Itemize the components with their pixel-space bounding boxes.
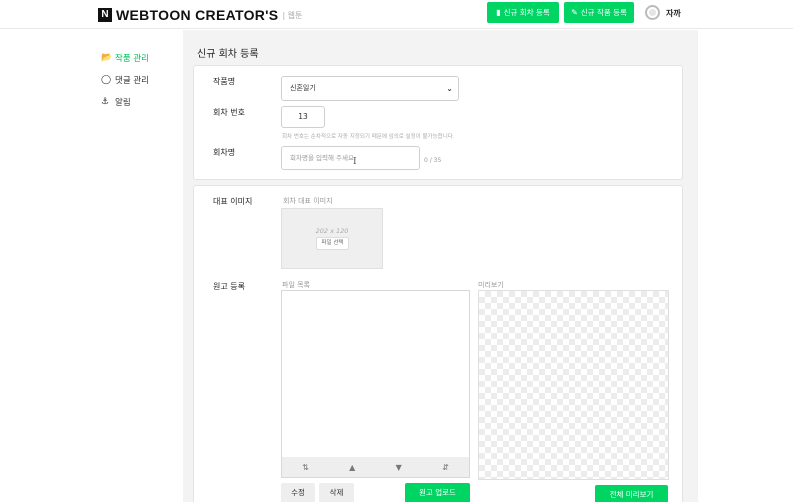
upload-manuscript-button[interactable]: 원고 업로드 — [405, 483, 470, 502]
text-cursor-icon: I — [353, 157, 357, 167]
sort-ascending-icon[interactable]: ⇅ — [302, 463, 309, 472]
episode-title-input[interactable]: 회차명을 입력해 주세요. — [281, 146, 420, 170]
manuscript-label: 원고 등록 — [213, 282, 245, 291]
new-work-button[interactable]: ✎ 신규 작품 등록 — [564, 2, 634, 23]
sidebar-item-label: 작품 관리 — [115, 54, 149, 64]
file-icon: ▮ — [496, 8, 501, 17]
sidebar-item-label: 댓글 관리 — [115, 76, 149, 86]
move-down-icon[interactable]: ▼ — [396, 463, 402, 472]
preview-label: 미리보기 — [478, 281, 504, 289]
episode-title-label: 회차명 — [213, 148, 236, 157]
episode-title-counter: 0 / 35 — [424, 157, 442, 164]
right-gutter — [698, 30, 793, 502]
new-episode-button[interactable]: ▮ 신규 회차 등록 — [487, 2, 559, 23]
episode-number-field: 13 — [281, 106, 325, 128]
chevron-down-icon: ⌄ — [446, 84, 453, 93]
user-name[interactable]: 자까 — [666, 8, 681, 19]
thumbnail-sublabel: 회차 대표 이미지 — [283, 197, 333, 205]
sidebar-item-works[interactable]: 📂 작품 관리 — [101, 52, 149, 64]
thumbnail-dropzone[interactable]: 202 x 120 파일 선택 — [281, 208, 383, 269]
new-episode-label: 신규 회차 등록 — [503, 8, 550, 17]
page-title: 신규 회차 등록 — [197, 49, 259, 60]
thumbnail-label: 대표 이미지 — [213, 197, 253, 206]
new-work-label: 신규 작품 등록 — [580, 8, 627, 17]
logo-subtitle: | 웹툰 — [282, 10, 303, 20]
edit-icon: ✎ — [571, 8, 578, 17]
folder-open-icon: 📂 — [101, 53, 113, 63]
speech-bubble-icon: ◯ — [101, 75, 112, 85]
episode-number-label: 회차 번호 — [213, 108, 245, 117]
sidebar — [0, 30, 183, 502]
bell-icon: ⚓ — [101, 97, 110, 107]
logo-text: WEBTOON CREATOR'S — [116, 7, 279, 23]
episode-number-help: 회차 번호는 순차적으로 자동 지정되기 때문에 임의로 설정이 불가능합니다. — [282, 134, 455, 140]
avatar[interactable] — [645, 5, 660, 20]
sidebar-item-notifications[interactable]: ⚓ 알림 — [101, 96, 131, 108]
preview-pane — [478, 290, 669, 480]
sidebar-item-label: 알림 — [115, 98, 131, 108]
top-header: N WEBTOON CREATOR'S | 웹툰 ▮ 신규 회차 등록 ✎ 신규… — [0, 0, 793, 29]
file-select-button[interactable]: 파일 선택 — [316, 237, 349, 250]
logo[interactable]: N WEBTOON CREATOR'S | 웹툰 — [98, 7, 302, 23]
work-select[interactable]: 신혼일기 ⌄ — [281, 76, 459, 101]
edit-button[interactable]: 수정 — [281, 483, 315, 502]
file-list[interactable] — [281, 290, 470, 458]
move-up-icon[interactable]: ▲ — [349, 463, 355, 472]
file-list-label: 파일 목록 — [282, 281, 310, 289]
file-list-toolbar: ⇅ ▲ ▼ ⇵ — [281, 457, 470, 478]
delete-button[interactable]: 삭제 — [319, 483, 354, 502]
work-select-value: 신혼일기 — [290, 84, 316, 92]
thumbnail-size-hint: 202 x 120 — [315, 227, 349, 235]
sidebar-item-comments[interactable]: ◯ 댓글 관리 — [101, 74, 149, 86]
full-preview-button[interactable]: 전체 미리보기 — [595, 485, 668, 502]
logo-mark: N — [98, 8, 112, 22]
sort-descending-icon[interactable]: ⇵ — [442, 463, 449, 472]
work-label: 작품명 — [213, 77, 236, 86]
